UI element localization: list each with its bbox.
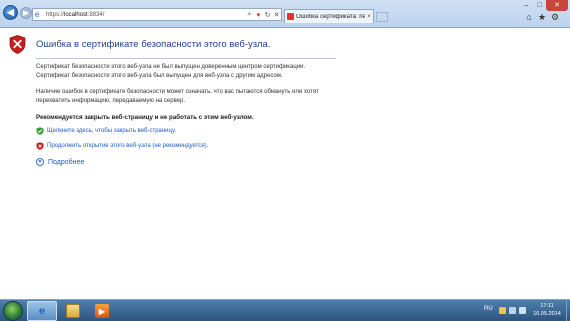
system-clock[interactable]: 17:11 16.05.2014	[530, 302, 564, 318]
url-prefix: https://	[46, 11, 65, 18]
detail-line: Сертификат безопасности этого веб-узла н…	[36, 64, 306, 70]
address-url[interactable]: https://localhost:8834/	[46, 12, 245, 18]
forward-button[interactable]: ▶	[20, 7, 32, 19]
taskbar: e ▶ RU 17:11 16.05.2014	[0, 299, 570, 321]
certificate-error-icon[interactable]: ▾	[254, 11, 263, 19]
folder-icon	[66, 304, 80, 318]
warning-line: Наличие ошибок в сертификате безопасност…	[36, 89, 319, 95]
tab-certificate-error[interactable]: Ошибка сертификата: пер... ×	[284, 9, 374, 23]
taskbar-internet-explorer[interactable]: e	[27, 301, 57, 321]
url-rest: :8834/	[87, 11, 105, 18]
internet-explorer-icon: e	[38, 305, 46, 317]
taskbar-file-explorer[interactable]	[58, 301, 88, 321]
start-button[interactable]	[3, 301, 23, 321]
search-icon[interactable]: ⌕	[245, 11, 254, 19]
maximize-button[interactable]: □	[533, 0, 546, 11]
network-icon[interactable]	[509, 307, 516, 314]
more-information-toggle[interactable]: ▼ Подробнее	[36, 158, 84, 166]
clock-date: 16.05.2014	[533, 311, 561, 317]
window-close-button[interactable]: ✕	[546, 0, 568, 11]
close-page-action[interactable]: Щелкните здесь, чтобы закрыть веб-страни…	[36, 127, 176, 135]
gear-icon[interactable]: ⚙	[550, 12, 560, 22]
page-title: Ошибка в сертификате безопасности этого …	[36, 39, 271, 50]
detail-line: Сертификат безопасности этого веб-узла б…	[36, 72, 283, 79]
ie-page-icon: e	[35, 10, 40, 19]
continue-to-site-action[interactable]: Продолжить открытие этого веб-узла (не р…	[36, 142, 208, 150]
green-shield-check-icon	[36, 127, 44, 135]
more-information-link[interactable]: Подробнее	[48, 159, 84, 166]
recommendation-text: Рекомендуется закрыть веб-страницу и не …	[36, 114, 254, 121]
stop-icon[interactable]: ✕	[272, 11, 281, 19]
security-warning-text: Наличие ошибок в сертификате безопасност…	[36, 88, 319, 105]
favorites-star-icon[interactable]: ★	[537, 12, 547, 22]
tab-label: Ошибка сертификата: пер...	[296, 13, 365, 20]
arrow-left-icon: ◀	[7, 7, 14, 17]
title-divider	[36, 58, 336, 59]
clock-time: 17:11	[540, 303, 554, 309]
certificate-error-details: Сертификат безопасности этого веб-узла н…	[36, 63, 305, 80]
tab-close-button[interactable]: ×	[365, 14, 373, 20]
arrow-right-icon: ▶	[23, 10, 29, 17]
home-icon[interactable]: ⌂	[524, 12, 534, 22]
chevron-down-icon: ▼	[36, 158, 44, 166]
red-shield-x-icon	[36, 142, 44, 150]
media-player-icon: ▶	[95, 304, 109, 318]
url-host: localhost	[64, 11, 88, 18]
address-bar[interactable]: e https://localhost:8834/ ⌕ ▾ ↻ ✕	[32, 8, 282, 21]
volume-icon[interactable]	[519, 307, 526, 314]
certificate-error-tab-icon	[287, 13, 294, 20]
language-indicator[interactable]: RU	[484, 306, 493, 312]
close-page-link[interactable]: Щелкните здесь, чтобы закрыть веб-страни…	[47, 128, 176, 134]
new-tab-button[interactable]	[376, 12, 388, 22]
error-shield-icon	[9, 35, 26, 54]
back-button[interactable]: ◀	[3, 5, 18, 20]
page-content: Ошибка в сертификате безопасности этого …	[0, 29, 570, 299]
minimize-button[interactable]: –	[520, 0, 533, 11]
taskbar-media-player[interactable]: ▶	[87, 301, 117, 321]
browser-toolbar: ◀ ▶ e https://localhost:8834/ ⌕ ▾ ↻ ✕ Ош…	[0, 0, 570, 28]
continue-to-site-link[interactable]: Продолжить открытие этого веб-узла (не р…	[47, 143, 208, 149]
warning-line: перехватить информацию, передаваемую на …	[36, 97, 186, 104]
show-desktop-button[interactable]	[566, 300, 570, 321]
action-center-flag-icon[interactable]	[499, 307, 506, 314]
refresh-icon[interactable]: ↻	[263, 11, 272, 19]
